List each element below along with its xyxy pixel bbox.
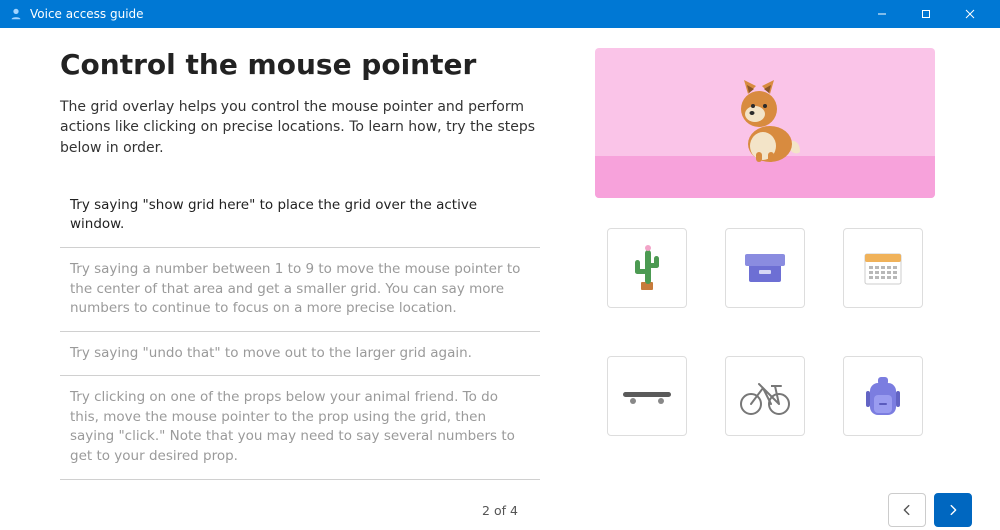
- step-3: Try saying "undo that" to move out to th…: [60, 332, 540, 377]
- titlebar: Voice access guide: [0, 0, 1000, 28]
- prop-bicycle[interactable]: [725, 356, 805, 436]
- dog-icon: [720, 64, 810, 168]
- prop-backpack[interactable]: [843, 356, 923, 436]
- step-1: Try saying "show grid here" to place the…: [60, 184, 540, 248]
- content: Control the mouse pointer The grid overl…: [0, 28, 1000, 490]
- prop-calendar[interactable]: [843, 228, 923, 308]
- step-4: Try clicking on one of the props below y…: [60, 376, 540, 479]
- props-grid: [607, 228, 923, 436]
- prop-box[interactable]: [725, 228, 805, 308]
- footer: 2 of 4: [0, 490, 1000, 530]
- app-icon: [8, 6, 24, 22]
- next-button[interactable]: [934, 493, 972, 527]
- steps-list: Try saying "show grid here" to place the…: [60, 184, 540, 480]
- step-2: Try saying a number between 1 to 9 to mo…: [60, 248, 540, 332]
- close-button[interactable]: [948, 0, 992, 28]
- prop-skateboard[interactable]: [607, 356, 687, 436]
- window-title: Voice access guide: [30, 7, 144, 21]
- page-heading: Control the mouse pointer: [60, 48, 540, 81]
- page-intro: The grid overlay helps you control the m…: [60, 97, 540, 158]
- illustration-pane: [570, 48, 960, 490]
- animal-scene: [595, 48, 935, 198]
- maximize-button[interactable]: [904, 0, 948, 28]
- minimize-button[interactable]: [860, 0, 904, 28]
- instructions-pane: Control the mouse pointer The grid overl…: [60, 48, 570, 490]
- prop-cactus[interactable]: [607, 228, 687, 308]
- prev-button[interactable]: [888, 493, 926, 527]
- page-indicator: 2 of 4: [482, 503, 518, 518]
